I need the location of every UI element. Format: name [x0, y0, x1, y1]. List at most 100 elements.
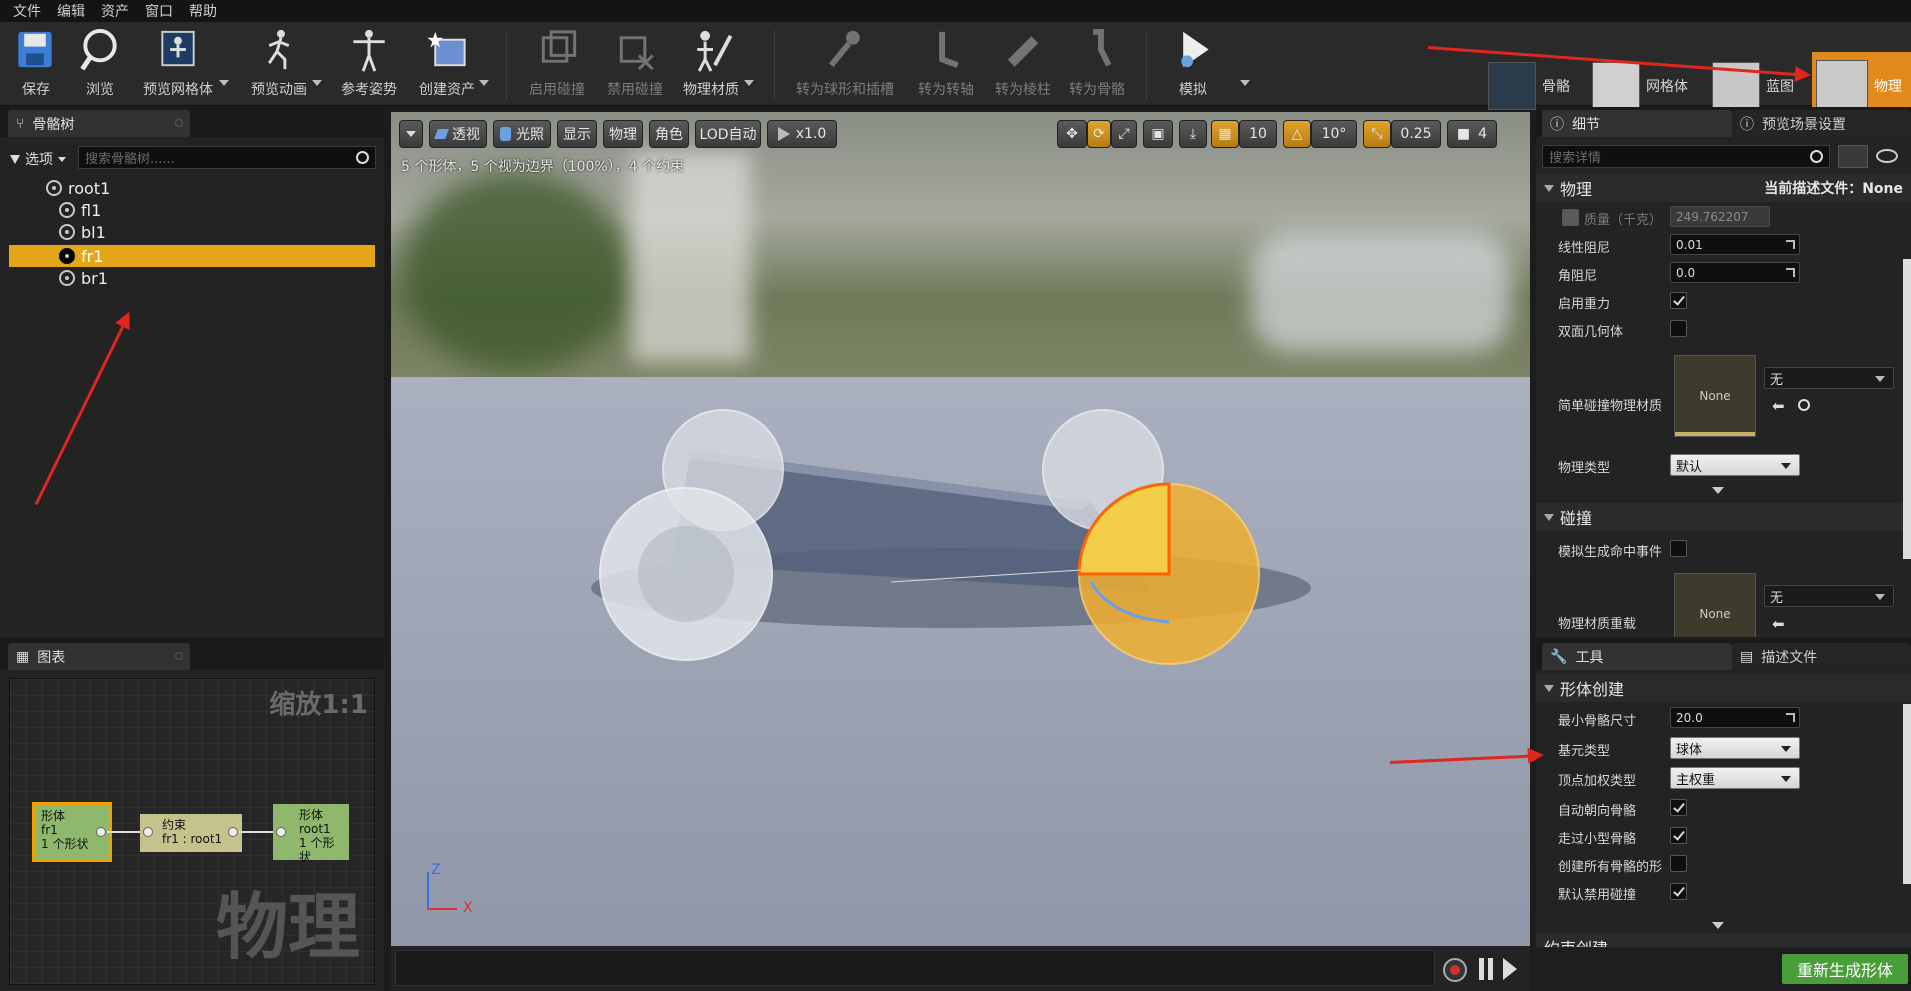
regenerate-bodies-button[interactable]: 重新生成形体: [1782, 954, 1908, 984]
lit-button[interactable]: 光照: [493, 120, 551, 148]
show-button[interactable]: 显示: [557, 120, 597, 148]
tab-preview-scene[interactable]: ⓘ 预览场景设置: [1732, 110, 1911, 137]
rotation-snap-button[interactable]: △: [1283, 120, 1311, 148]
node-in-pin[interactable]: [276, 827, 286, 837]
tools-scrollbar[interactable]: [1903, 704, 1911, 884]
enable-gravity-checkbox[interactable]: [1670, 292, 1687, 309]
timeline-area[interactable]: [395, 950, 1435, 986]
to-axis-button[interactable]: 转为转轴: [910, 26, 982, 102]
create-all-checkbox[interactable]: [1670, 855, 1687, 872]
constraint-section-header[interactable]: 约束创建: [1536, 933, 1911, 947]
tree-row-root1[interactable]: root1: [46, 177, 110, 199]
create-asset-button[interactable]: 创建资产: [412, 26, 482, 102]
tab-skeleton-tree[interactable]: ⑂ 骨骼树: [8, 110, 190, 137]
auto-orient-checkbox[interactable]: [1670, 799, 1687, 816]
node-out-pin[interactable]: [96, 827, 106, 837]
tab-profiles[interactable]: ▤ 描述文件: [1732, 643, 1911, 670]
preview-mesh-button[interactable]: 预览网格体: [138, 26, 218, 102]
scale-tool[interactable]: ⤢: [1111, 120, 1137, 148]
coord-space-button[interactable]: ▣: [1143, 120, 1173, 148]
surface-snap-button[interactable]: ⤓: [1179, 120, 1207, 148]
mass-field[interactable]: 249.762207: [1670, 206, 1770, 227]
grid-size-button[interactable]: 10: [1239, 120, 1277, 148]
rotation-size-button[interactable]: 10°: [1311, 120, 1357, 148]
physics-section-header[interactable]: 物理 当前描述文件：None: [1536, 174, 1911, 202]
to-sphyl-button[interactable]: 转为球形和插槽: [788, 26, 902, 102]
to-cylinder-button[interactable]: 转为棱柱: [990, 26, 1056, 102]
collision-section-header[interactable]: 碰撞: [1536, 503, 1911, 531]
3d-viewport[interactable]: 透视 光照 显示 物理 角色 LOD自动 x1.0 ✥ ⟳ ⤢ ▣ ⤓ ▦ 10…: [391, 112, 1530, 946]
mode-blueprint[interactable]: 蓝图: [1712, 58, 1794, 114]
menu-window[interactable]: 窗口: [142, 1, 186, 21]
grid-snap-button[interactable]: ▦: [1211, 120, 1239, 148]
tab-details[interactable]: ⓘ 细节: [1542, 110, 1732, 137]
play-speed-button[interactable]: x1.0: [767, 120, 837, 148]
advanced-expand-icon[interactable]: [1712, 922, 1724, 929]
tree-row-fl1[interactable]: fl1: [59, 199, 101, 221]
node-out-pin[interactable]: [228, 827, 238, 837]
record-button[interactable]: [1443, 958, 1467, 982]
details-scrollbar[interactable]: [1903, 259, 1911, 559]
tab-tools[interactable]: 🔧 工具: [1542, 643, 1732, 670]
override-material-dropdown[interactable]: 无: [1764, 585, 1894, 607]
disable-collision-checkbox[interactable]: [1670, 883, 1687, 900]
viewport-options-button[interactable]: [399, 120, 423, 148]
browse-button[interactable]: 浏览: [74, 26, 126, 102]
simple-material-thumbnail[interactable]: None: [1674, 355, 1756, 437]
tree-row-bl1[interactable]: bl1: [59, 221, 106, 243]
simulate-button[interactable]: 模拟: [1160, 26, 1226, 102]
lod-auto-button[interactable]: LOD自动: [695, 120, 761, 148]
tab-graph[interactable]: ▦ 图表: [8, 643, 190, 670]
linear-damping-field[interactable]: 0.01: [1670, 234, 1800, 255]
disable-collision-button[interactable]: 禁用碰撞: [600, 26, 670, 102]
double-sided-checkbox[interactable]: [1670, 320, 1687, 337]
phys-material-button[interactable]: 物理材质: [676, 26, 746, 102]
walk-small-checkbox[interactable]: [1670, 827, 1687, 844]
tree-row-fr1[interactable]: fr1: [59, 245, 103, 267]
ref-pose-button[interactable]: 参考姿势: [334, 26, 404, 102]
physics-view-button[interactable]: 物理: [603, 120, 643, 148]
skeleton-search-input[interactable]: 搜索骨骼树......: [78, 146, 376, 169]
character-button[interactable]: 角色: [649, 120, 689, 148]
advanced-expand-icon[interactable]: [1712, 487, 1724, 494]
physics-type-dropdown[interactable]: 默认: [1670, 454, 1800, 476]
menu-asset[interactable]: 资产: [98, 1, 142, 21]
primitive-type-dropdown[interactable]: 球体: [1670, 737, 1800, 759]
body-creation-section-header[interactable]: 形体创建: [1536, 674, 1911, 702]
enable-collision-button[interactable]: 启用碰撞: [522, 26, 592, 102]
preview-anim-button[interactable]: 预览动画: [244, 26, 314, 102]
angular-damping-field[interactable]: 0.0: [1670, 262, 1800, 283]
pause-button[interactable]: [1479, 958, 1493, 980]
camera-speed-button[interactable]: ■ 4: [1447, 120, 1497, 148]
hit-events-checkbox[interactable]: [1670, 540, 1687, 557]
node-in-pin[interactable]: [143, 827, 153, 837]
to-bone-button[interactable]: 转为骨骼: [1064, 26, 1130, 102]
use-selected-arrow-icon[interactable]: ⬅: [1772, 397, 1785, 415]
scale-snap-button[interactable]: ⤡: [1363, 120, 1391, 148]
menu-help[interactable]: 帮助: [186, 1, 230, 21]
simulate-dropdown-arrow[interactable]: [1240, 80, 1250, 86]
phys-material-dropdown-arrow[interactable]: [744, 80, 754, 86]
create-asset-dropdown-arrow[interactable]: [479, 80, 489, 86]
property-matrix-button[interactable]: [1838, 145, 1868, 168]
browse-search-icon[interactable]: [1798, 399, 1810, 411]
menu-edit[interactable]: 编辑: [54, 1, 98, 21]
tree-row-br1[interactable]: br1: [59, 267, 108, 289]
use-selected-arrow-icon[interactable]: ⬅: [1772, 615, 1785, 633]
eye-icon[interactable]: [1876, 149, 1898, 163]
perspective-button[interactable]: 透视: [429, 120, 487, 148]
scale-size-button[interactable]: 0.25: [1391, 120, 1441, 148]
step-forward-button[interactable]: [1503, 958, 1517, 980]
details-search-input[interactable]: 搜索详情: [1542, 145, 1830, 168]
close-tab-icon[interactable]: [175, 652, 183, 660]
graph-node-constraint[interactable]: 约束 fr1 : root1: [140, 814, 242, 852]
translate-tool[interactable]: ✥: [1057, 120, 1087, 148]
close-tab-icon[interactable]: [175, 119, 183, 127]
options-button[interactable]: 选项: [10, 149, 66, 169]
min-bone-size-field[interactable]: 20.0: [1670, 707, 1800, 728]
mass-override-checkbox[interactable]: [1562, 209, 1579, 226]
menu-file[interactable]: 文件: [10, 1, 54, 21]
save-button[interactable]: 保存: [8, 26, 64, 102]
rotate-tool[interactable]: ⟳: [1087, 120, 1111, 148]
mode-skeleton[interactable]: 骨骼: [1488, 58, 1570, 114]
